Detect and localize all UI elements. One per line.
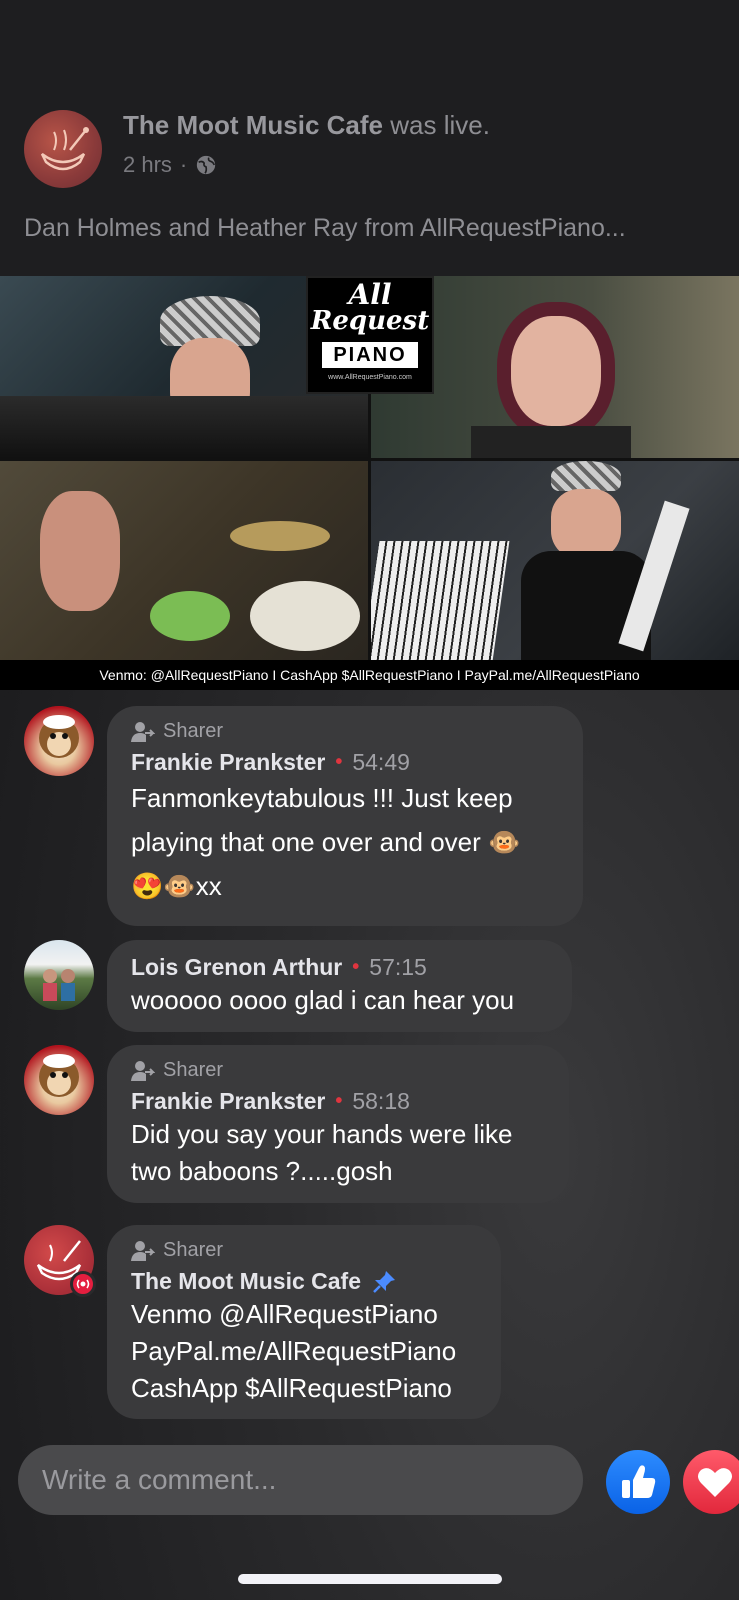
comment-text-line: Did you say your hands were like [131, 1119, 513, 1149]
meta-separator: · [179, 152, 188, 177]
post-header: The Moot Music Cafe was live. 2 hrs · Da… [0, 0, 739, 276]
logo-line1: All [348, 278, 392, 311]
home-indicator[interactable] [238, 1574, 502, 1584]
comment-text-line: wooooo oooo glad i can hear you [131, 985, 515, 1015]
monkey-avatar-icon [39, 715, 79, 758]
live-dot-icon: • [352, 956, 360, 978]
video-payment-banner: Venmo: @AllRequestPiano I CashApp $AllRe… [0, 660, 739, 690]
sharer-label: Sharer [131, 1239, 477, 1262]
sharer-text: Sharer [163, 1059, 224, 1081]
commenter-avatar[interactable] [24, 1045, 94, 1115]
heart-icon [698, 1468, 732, 1497]
sharer-text: Sharer [163, 1239, 224, 1261]
allrequestpiano-logo: All Request PIANO www.AllRequestPiano.co… [306, 276, 434, 394]
live-video-player[interactable]: All Request PIANO www.AllRequestPiano.co… [0, 276, 739, 690]
comment-text-line: CashApp $AllRequestPiano [131, 1373, 452, 1403]
comment-bubble[interactable]: Lois Grenon Arthur • 57:15 wooooo oooo g… [107, 940, 572, 1032]
share-person-icon [131, 1060, 155, 1081]
comment-text-line: two baboons ?.....gosh [131, 1156, 393, 1186]
comment-timestamp[interactable]: 57:15 [369, 954, 427, 981]
comment-bubble[interactable]: Sharer Frankie Prankster • 54:49 Fanmonk… [107, 706, 583, 926]
live-dot-icon: • [335, 751, 343, 773]
sharer-label: Sharer [131, 720, 559, 743]
live-dot-icon: • [335, 1090, 343, 1112]
comment-composer[interactable] [18, 1445, 583, 1515]
live-status-text: was live. [390, 110, 490, 140]
video-panel-drums [0, 461, 368, 661]
like-reaction-button[interactable] [606, 1450, 670, 1514]
commenter-avatar[interactable] [24, 940, 94, 1010]
comment-author-row: Lois Grenon Arthur • 57:15 [131, 954, 548, 981]
globe-icon [197, 155, 216, 175]
pin-icon [373, 1270, 396, 1293]
thumbs-up-icon [622, 1465, 656, 1498]
comment-author[interactable]: The Moot Music Cafe [131, 1268, 361, 1295]
comment-text-line: Venmo @AllRequestPiano [131, 1299, 438, 1329]
comment-timestamp[interactable]: 54:49 [352, 749, 410, 776]
commenter-avatar[interactable] [24, 1225, 96, 1297]
comment-author[interactable]: Lois Grenon Arthur [131, 954, 342, 981]
post-caption[interactable]: Dan Holmes and Heather Ray from AllReque… [24, 214, 724, 243]
share-person-icon [131, 721, 155, 742]
comment-bubble[interactable]: Sharer Frankie Prankster • 58:18 Did you… [107, 1045, 569, 1203]
sharer-text: Sharer [163, 720, 224, 742]
comment-text-line: Fanmonkeytabulous !!! Just keep [131, 783, 513, 813]
monkey-avatar-icon [39, 1054, 79, 1097]
comment-author-row: The Moot Music Cafe [131, 1268, 477, 1295]
page-name-link[interactable]: The Moot Music Cafe [123, 110, 383, 140]
post-time[interactable]: 2 hrs [123, 152, 172, 178]
logo-url: www.AllRequestPiano.com [328, 374, 412, 381]
post-meta: 2 hrs · [123, 152, 217, 178]
music-cafe-logo-icon [40, 127, 89, 171]
commenter-avatar[interactable] [24, 706, 94, 776]
comment-author[interactable]: Frankie Prankster [131, 749, 325, 776]
comment-text-line: playing that one over and over 🐵 [131, 827, 521, 857]
logo-line2: Request [310, 306, 430, 336]
group-photo-icon [43, 969, 75, 1001]
comment-text-line: 😍🐵xx [131, 871, 222, 901]
comment-author-row: Frankie Prankster • 58:18 [131, 1088, 545, 1115]
love-reaction-button[interactable] [683, 1450, 739, 1514]
comment-bubble[interactable]: Sharer The Moot Music Cafe Venmo @AllReq… [107, 1225, 501, 1419]
comment-text-line: PayPal.me/AllRequestPiano [131, 1336, 457, 1366]
comment-input[interactable] [18, 1445, 583, 1515]
page-avatar[interactable] [24, 110, 102, 188]
post-title: The Moot Music Cafe was live. [123, 110, 490, 141]
sharer-label: Sharer [131, 1059, 545, 1082]
logo-line3: PIANO [322, 342, 418, 368]
comment-author[interactable]: Frankie Prankster [131, 1088, 325, 1115]
share-person-icon [131, 1240, 155, 1261]
video-panel-pianist [371, 461, 739, 661]
comment-timestamp[interactable]: 58:18 [352, 1088, 410, 1115]
live-badge-icon [70, 1271, 96, 1297]
comment-author-row: Frankie Prankster • 54:49 [131, 749, 559, 776]
